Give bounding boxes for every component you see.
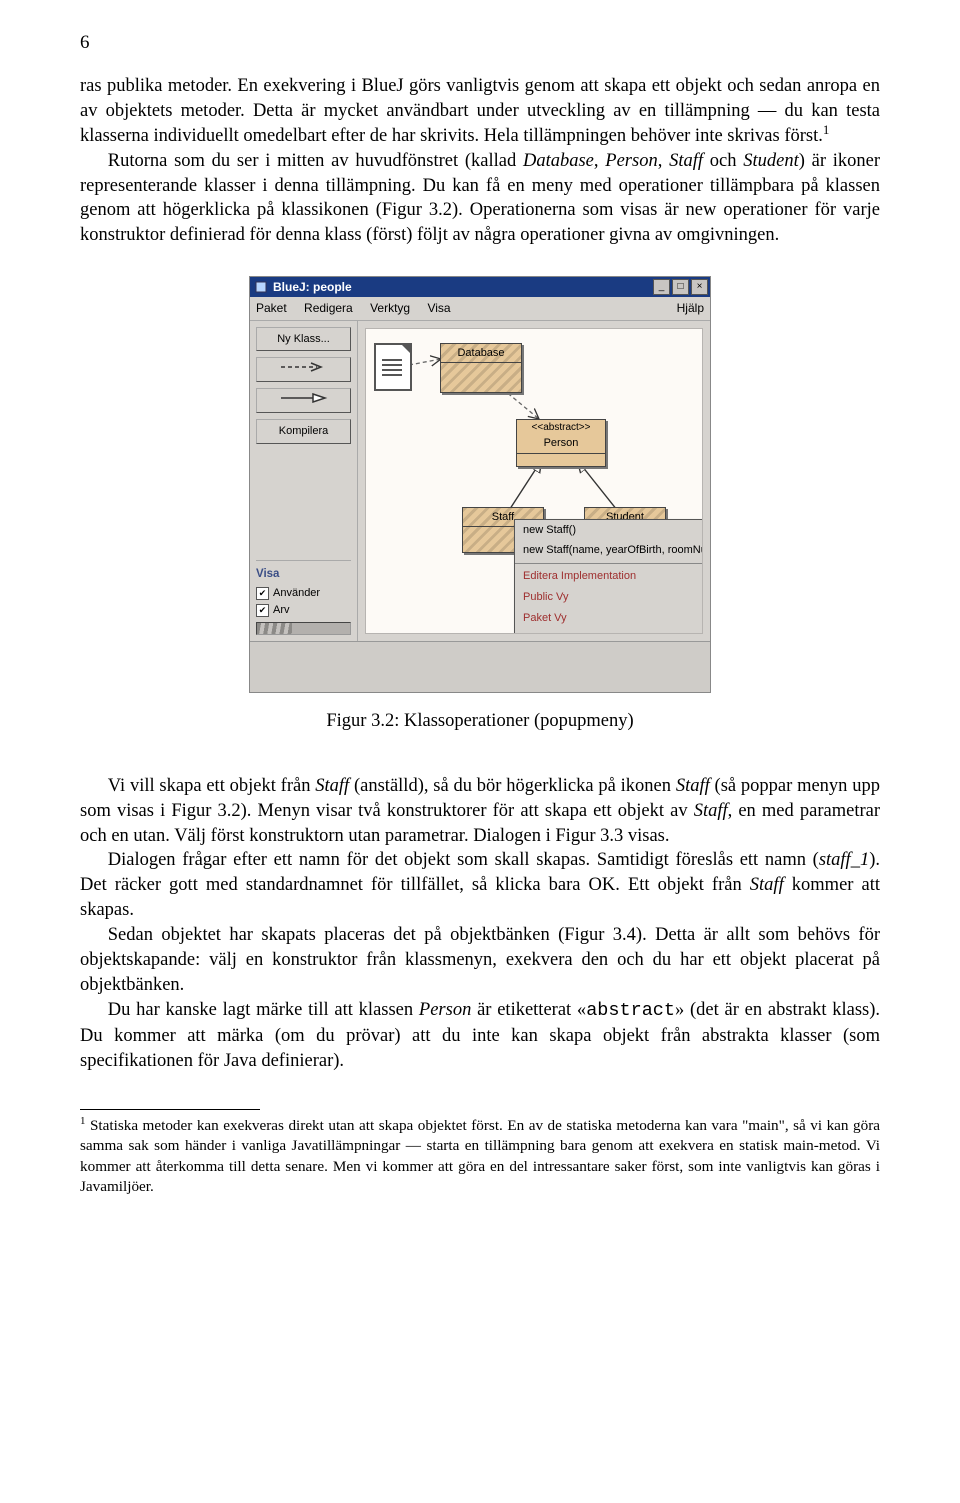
close-button[interactable]: ×: [691, 279, 708, 295]
menu-item-public-view[interactable]: Public Vy: [515, 587, 703, 608]
menu-item-package-view[interactable]: Paket Vy: [515, 608, 703, 629]
p2c: ,: [658, 151, 669, 171]
paragraph-1: ras publika metoder. En exekvering i Blu…: [80, 74, 880, 249]
p2a: Rutorna som du ser i mitten av huvudföns…: [108, 151, 523, 171]
view-panel-title: Visa: [256, 567, 351, 583]
p2i2: Person: [605, 151, 657, 171]
checkbox-inherit-label: Arv: [273, 603, 290, 618]
menu-item-new-staff-noarg[interactable]: new Staff(): [515, 520, 703, 541]
p2b: ,: [594, 151, 605, 171]
minimize-button[interactable]: _: [653, 279, 670, 295]
class-database-label: Database: [441, 344, 521, 364]
p5: Sedan objektet har skapats placeras det …: [80, 923, 880, 998]
dashed-arrow-icon: [279, 363, 329, 375]
p3b: (anställd), så du bör högerklicka på iko…: [349, 776, 676, 796]
readme-icon[interactable]: [374, 343, 412, 391]
side-panel: Ny Klass... Kompilera Visa: [250, 321, 358, 641]
solid-arrow-icon: [279, 394, 329, 406]
menu-item-inherited-view[interactable]: Ärvd Vy: [515, 629, 703, 634]
class-person-label: Person: [517, 434, 605, 454]
bluej-window: BlueJ: people _ □ × Paket Redigera Verkt…: [249, 276, 711, 692]
menu-item-new-staff-args[interactable]: new Staff(name, yearOfBirth, roomNumber): [515, 540, 703, 561]
page-number: 6: [80, 30, 880, 56]
checkbox-inherit-row[interactable]: ✔ Arv: [256, 603, 351, 618]
menu-item-edit-impl[interactable]: Editera Implementation: [515, 566, 703, 587]
checkbox-icon: ✔: [256, 587, 269, 600]
checkbox-uses-label: Använder: [273, 586, 320, 601]
p2i3: Staff: [669, 151, 703, 171]
body-after-figure: Vi vill skapa ett objekt från Staff (ans…: [80, 774, 880, 1075]
view-panel: Visa ✔ Använder ✔ Arv: [256, 560, 351, 634]
abstract-stereotype: <<abstract>>: [517, 420, 605, 435]
p4i1: staff_1: [819, 850, 869, 870]
object-bench[interactable]: [250, 641, 710, 692]
p2i4: Student: [743, 151, 799, 171]
figure-caption: Figur 3.2: Klassoperationer (popupmeny): [80, 709, 880, 734]
menu-hjalp[interactable]: Hjälp: [677, 301, 704, 315]
footnote-ref-1: 1: [823, 121, 829, 136]
p3a: Vi vill skapa ett objekt från: [108, 776, 316, 796]
menu-paket[interactable]: Paket: [256, 301, 287, 315]
menu-visa[interactable]: Visa: [427, 301, 450, 315]
p3i2: Staff: [676, 776, 710, 796]
class-diagram-canvas[interactable]: Database <<abstract>> Person Staff Stude…: [365, 328, 703, 634]
maximize-button[interactable]: □: [672, 279, 689, 295]
p6a: Du har kanske lagt märke till att klasse…: [108, 1000, 419, 1020]
inherit-arrow-button[interactable]: [256, 388, 351, 413]
uses-arrow-button[interactable]: [256, 357, 351, 382]
footnote-1: 1 Statiska metoder kan exekveras direkt …: [80, 1116, 880, 1197]
app-icon: [254, 280, 268, 294]
p3i3: Staff: [694, 801, 728, 821]
p2i1: Database: [523, 151, 594, 171]
p2d: och: [703, 151, 743, 171]
menu-verktyg[interactable]: Verktyg: [370, 301, 410, 315]
footnote-rule: [80, 1109, 260, 1110]
p6m: abstract: [586, 1000, 675, 1021]
class-database[interactable]: Database: [440, 343, 522, 393]
window-titlebar: BlueJ: people _ □ ×: [250, 277, 710, 297]
class-context-menu: new Staff() new Staff(name, yearOfBirth,…: [514, 519, 703, 634]
para1-text: ras publika metoder. En exekvering i Blu…: [80, 76, 880, 146]
progress-bar: [256, 622, 351, 635]
window-title: BlueJ: people: [273, 279, 653, 295]
workspace: Ny Klass... Kompilera Visa: [250, 321, 710, 641]
new-class-button[interactable]: Ny Klass...: [256, 327, 351, 352]
menu-bar: Paket Redigera Verktyg Visa Hjälp: [250, 297, 710, 320]
compile-button[interactable]: Kompilera: [256, 419, 351, 444]
class-person[interactable]: <<abstract>> Person: [516, 419, 606, 467]
checkbox-uses-row[interactable]: ✔ Använder: [256, 586, 351, 601]
p4a: Dialogen frågar efter ett namn för det o…: [108, 850, 819, 870]
checkbox-icon: ✔: [256, 604, 269, 617]
p3i1: Staff: [315, 776, 349, 796]
p4i2: Staff: [750, 875, 784, 895]
footnote-text: Statiska metoder kan exekveras direkt ut…: [80, 1117, 880, 1195]
p6i1: Person: [419, 1000, 471, 1020]
p6b: är etiketterat «: [471, 1000, 586, 1020]
menu-redigera[interactable]: Redigera: [304, 301, 353, 315]
